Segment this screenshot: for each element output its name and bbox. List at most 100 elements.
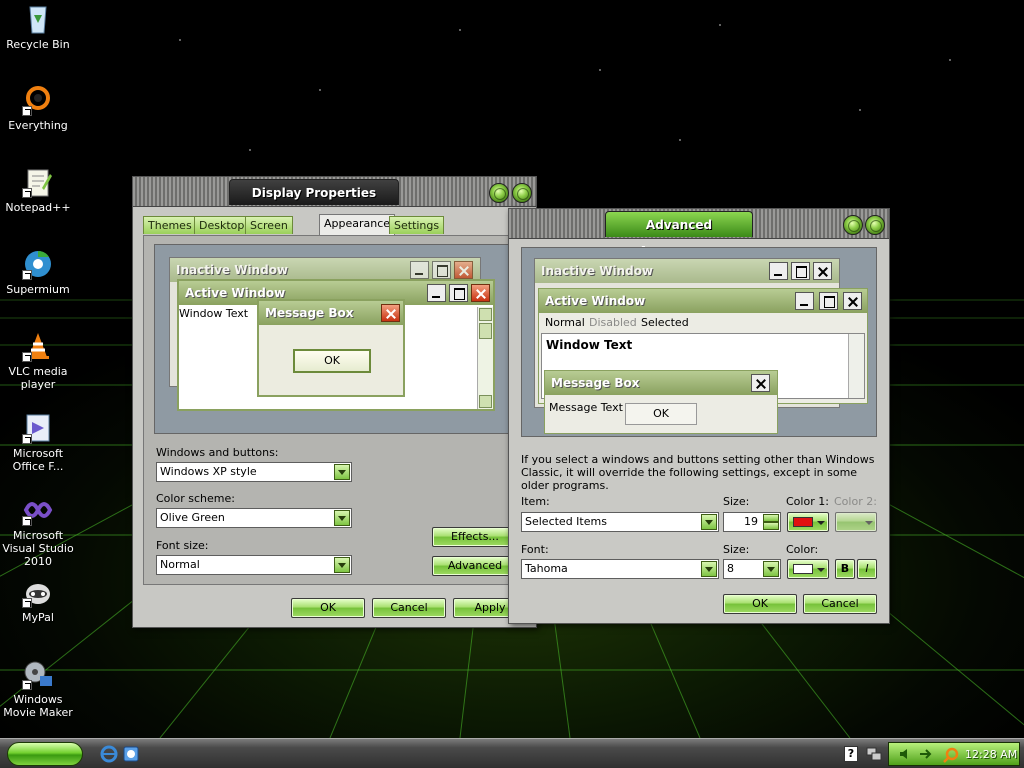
ok-button[interactable]: OK: [291, 598, 365, 618]
volume-tray-icon[interactable]: [899, 747, 913, 761]
chevron-down-icon: [701, 514, 717, 530]
effects-button[interactable]: Effects...: [432, 527, 518, 547]
maximize-icon: [791, 262, 810, 280]
preview-area: Inactive Window Active Window Normal Dis…: [521, 247, 877, 437]
clock[interactable]: 12:28 AM: [965, 748, 1017, 761]
desktop-icon-office[interactable]: Microsoft Office F...: [0, 412, 76, 473]
font-size-select[interactable]: Normal: [156, 555, 352, 575]
color-scheme-label: Color scheme:: [156, 492, 235, 505]
desktop-icon-mypal[interactable]: MyPal: [0, 576, 76, 624]
close-button[interactable]: [865, 215, 885, 235]
help-button[interactable]: [843, 215, 863, 235]
tab-appearance[interactable]: Appearance: [319, 214, 396, 235]
color1-picker[interactable]: [787, 512, 829, 532]
network-tray-icon[interactable]: [866, 746, 882, 762]
show-desktop-icon[interactable]: [122, 745, 140, 763]
windows-buttons-select[interactable]: Windows XP style: [156, 462, 352, 482]
spin-down-icon[interactable]: [763, 522, 779, 530]
window-title: Advanced Appearance: [605, 211, 753, 258]
title-bar[interactable]: Advanced Appearance: [509, 209, 889, 258]
help-button[interactable]: [489, 183, 509, 203]
desktop-icon-label: Notepad++: [5, 201, 71, 214]
desktop-icon-label: Windows Movie Maker: [3, 693, 73, 719]
spin-up-icon[interactable]: [763, 514, 779, 522]
font-color-swatch: [793, 564, 813, 574]
desktop-icon-movie-maker[interactable]: Windows Movie Maker: [0, 658, 76, 719]
desktop-icon-label: Microsoft Office F...: [12, 447, 64, 473]
desktop-icon-label: MyPal: [22, 611, 54, 624]
color2-picker[interactable]: [835, 512, 877, 532]
font-select[interactable]: Tahoma: [521, 559, 719, 579]
tab-screen-saver[interactable]: Screen Saver: [245, 216, 293, 250]
maximize-icon: [432, 261, 451, 279]
color-scheme-value: Olive Green: [160, 511, 225, 524]
chevron-down-icon: [763, 561, 779, 577]
shortcut-arrow-icon: [22, 516, 32, 526]
desktop-icon-recycle-bin[interactable]: Recycle Bin: [0, 3, 76, 51]
cancel-button[interactable]: Cancel: [803, 594, 877, 614]
close-icon: [813, 262, 832, 280]
notepad-plus-plus-icon: [22, 166, 54, 198]
preview-ok-button: OK: [293, 349, 371, 373]
item-label: Item:: [521, 495, 550, 508]
desktop-icon-notepad-plus-plus[interactable]: Notepad++: [0, 166, 76, 214]
preview-message-title: Message Box: [545, 371, 777, 395]
shortcut-arrow-icon: [22, 188, 32, 198]
preview-area: Inactive Window Active Window Window Tex…: [154, 244, 516, 434]
vlc-cone-icon: [22, 330, 54, 362]
color2-label: Color 2:: [834, 495, 877, 508]
bold-toggle[interactable]: B: [835, 559, 855, 579]
minimize-icon: [795, 292, 814, 310]
system-tray: 12:28 AM: [888, 742, 1020, 766]
font-color-picker[interactable]: [787, 559, 829, 579]
close-icon: [471, 284, 490, 302]
shortcut-arrow-icon: [22, 434, 32, 444]
advanced-button[interactable]: Advanced: [432, 556, 518, 576]
minimize-icon: [769, 262, 788, 280]
tab-themes[interactable]: Themes: [143, 216, 197, 234]
internet-explorer-icon[interactable]: [100, 745, 118, 763]
color1-swatch: [793, 517, 813, 527]
desktop-icon-vlc[interactable]: VLC media player: [0, 330, 76, 391]
title-bar[interactable]: Display Properties: [133, 177, 536, 207]
tab-settings[interactable]: Settings: [389, 216, 445, 234]
close-icon: [751, 374, 770, 392]
desktop-icon-supermium[interactable]: Supermium: [0, 248, 76, 296]
minimize-icon: [427, 284, 446, 302]
advanced-appearance-window: Advanced Appearance Inactive Window Acti…: [508, 208, 890, 624]
chevron-down-icon: [701, 561, 717, 577]
italic-toggle[interactable]: I: [857, 559, 877, 579]
shortcut-arrow-icon: [22, 352, 32, 362]
item-size-label: Size:: [723, 495, 750, 508]
chevron-down-icon: [817, 568, 825, 572]
item-select[interactable]: Selected Items: [521, 512, 719, 532]
override-note: If you select a windows and buttons sett…: [521, 453, 875, 492]
maximize-icon: [449, 284, 468, 302]
chevron-down-icon: [334, 464, 350, 480]
color1-label: Color 1:: [786, 495, 829, 508]
start-button[interactable]: [7, 742, 83, 766]
close-button[interactable]: [512, 183, 532, 203]
preview-menu-normal: Normal: [545, 316, 585, 329]
search-tray-icon[interactable]: [943, 747, 959, 763]
preview-message-box: Message Box OK: [257, 299, 405, 397]
ok-button[interactable]: OK: [723, 594, 797, 614]
chevron-down-icon: [334, 557, 350, 573]
arrow-tray-icon[interactable]: [919, 748, 933, 760]
tab-desktop[interactable]: Desktop: [194, 216, 250, 234]
desktop-icon-everything[interactable]: Everything: [0, 84, 76, 132]
recycle-bin-icon: [22, 3, 54, 35]
shortcut-arrow-icon: [22, 270, 32, 280]
font-size-value: Normal: [160, 558, 200, 571]
mypal-icon: [22, 576, 54, 608]
help-tray-icon[interactable]: ?: [844, 746, 858, 762]
color-scheme-select[interactable]: Olive Green: [156, 508, 352, 528]
font-size-value: 8: [727, 562, 734, 575]
display-properties-window: Display Properties Themes Desktop Screen…: [132, 176, 537, 628]
item-value: Selected Items: [525, 515, 607, 528]
maximize-icon: [819, 292, 838, 310]
item-size-spinner[interactable]: 19: [723, 512, 781, 532]
desktop-icon-visual-studio[interactable]: Microsoft Visual Studio 2010: [0, 494, 76, 568]
cancel-button[interactable]: Cancel: [372, 598, 446, 618]
font-size-select[interactable]: 8: [723, 559, 781, 579]
